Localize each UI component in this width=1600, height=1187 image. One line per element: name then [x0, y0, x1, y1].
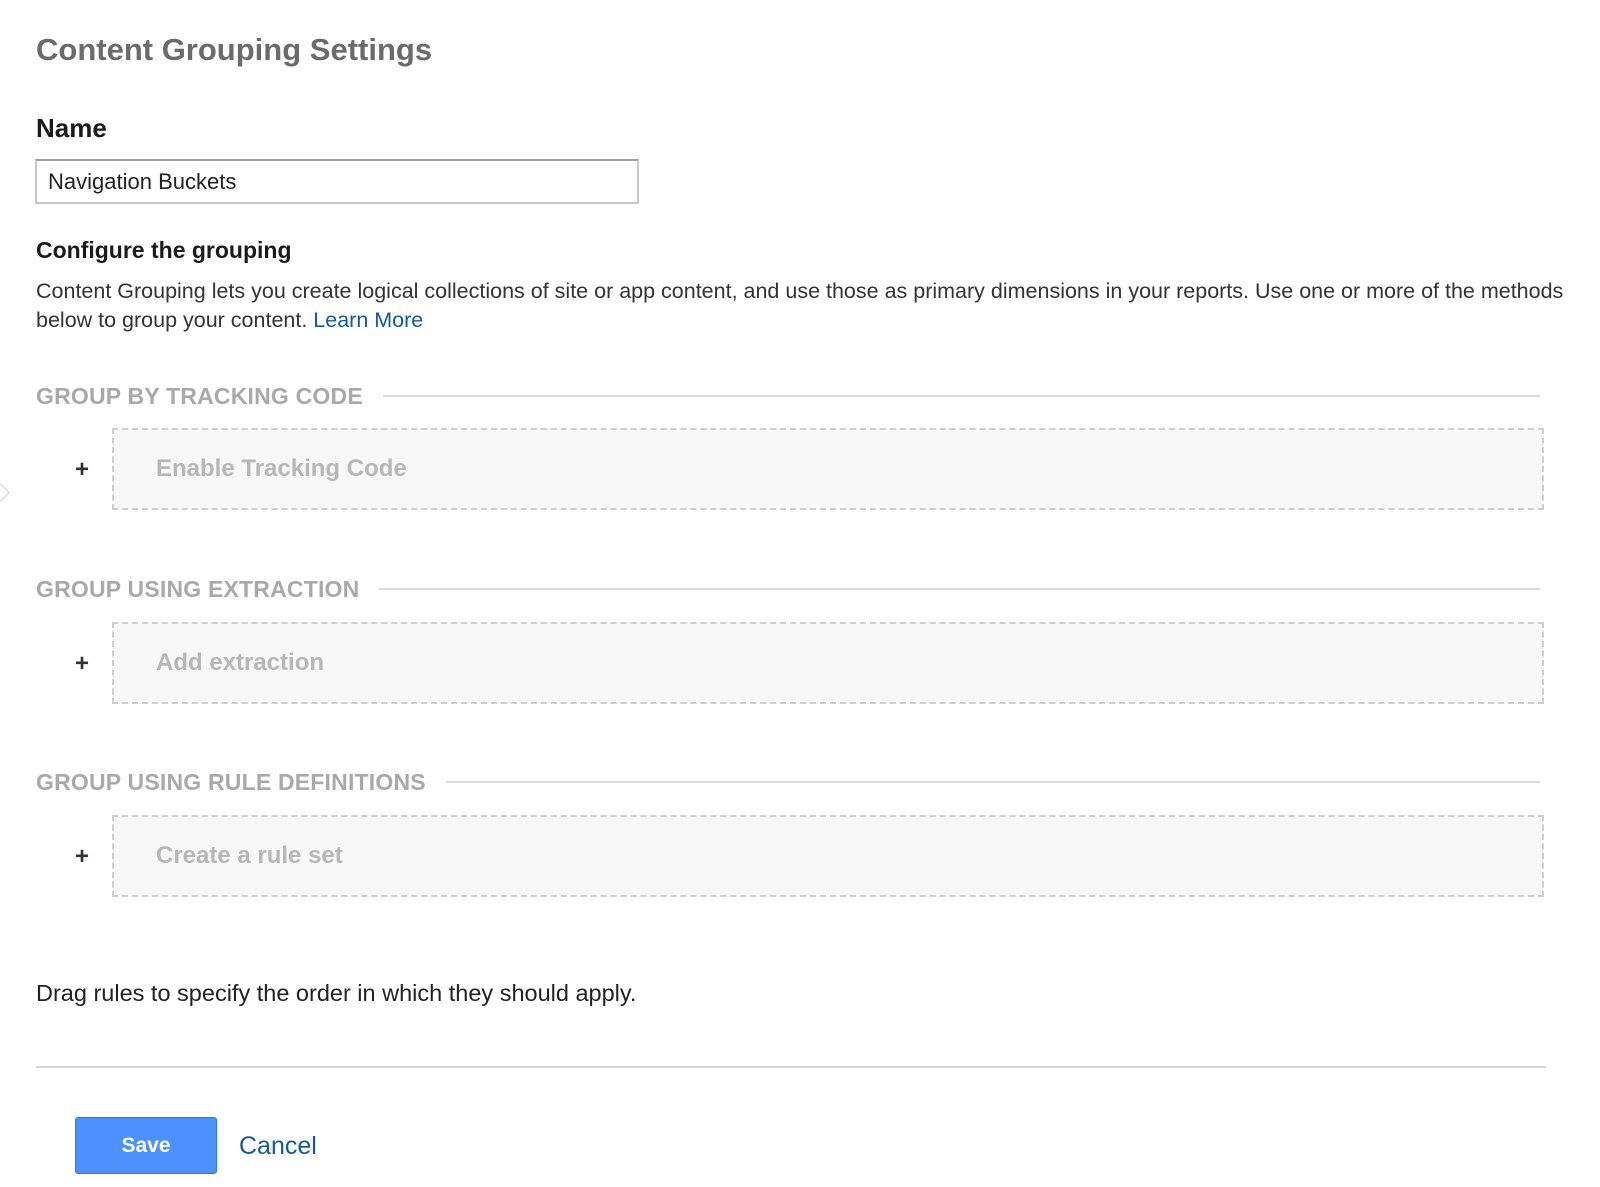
plus-icon[interactable]: +: [71, 652, 93, 676]
create-rule-set-button[interactable]: Create a rule set: [112, 815, 1544, 897]
configure-description-text: Content Grouping lets you create logical…: [36, 279, 1564, 332]
name-input[interactable]: [35, 159, 639, 204]
page-title: Content Grouping Settings: [36, 32, 433, 67]
section-title-tracking-code: GROUP BY TRACKING CODE: [36, 382, 363, 409]
section-rule-definitions-header: GROUP USING RULE DEFINITIONS: [36, 766, 1540, 798]
section-divider: [379, 588, 1540, 590]
save-button[interactable]: Save: [75, 1117, 217, 1174]
section-title-extraction: GROUP USING EXTRACTION: [36, 575, 360, 602]
drag-rules-note: Drag rules to specify the order in which…: [36, 980, 637, 1006]
add-extraction-label: Add extraction: [156, 649, 325, 676]
enable-tracking-code-label: Enable Tracking Code: [156, 455, 407, 482]
configure-description: Content Grouping lets you create logical…: [36, 277, 1576, 335]
configure-heading: Configure the grouping: [36, 237, 292, 263]
create-rule-set-label: Create a rule set: [156, 842, 343, 869]
add-extraction-button[interactable]: Add extraction: [112, 622, 1544, 704]
plus-icon[interactable]: +: [71, 845, 93, 869]
section-title-rule-definitions: GROUP USING RULE DEFINITIONS: [36, 768, 426, 795]
learn-more-link[interactable]: Learn More: [313, 308, 423, 332]
enable-tracking-code-button[interactable]: Enable Tracking Code: [112, 428, 1544, 510]
cancel-link[interactable]: Cancel: [239, 1131, 317, 1161]
section-tracking-code-header: GROUP BY TRACKING CODE: [36, 380, 1540, 412]
section-extraction-header: GROUP USING EXTRACTION: [36, 573, 1540, 605]
chevron-right-icon: [0, 483, 10, 502]
section-divider: [445, 781, 1540, 783]
section-divider: [382, 395, 1540, 397]
name-label: Name: [36, 113, 107, 143]
plus-icon[interactable]: +: [71, 458, 93, 482]
footer-divider: [36, 1066, 1546, 1068]
